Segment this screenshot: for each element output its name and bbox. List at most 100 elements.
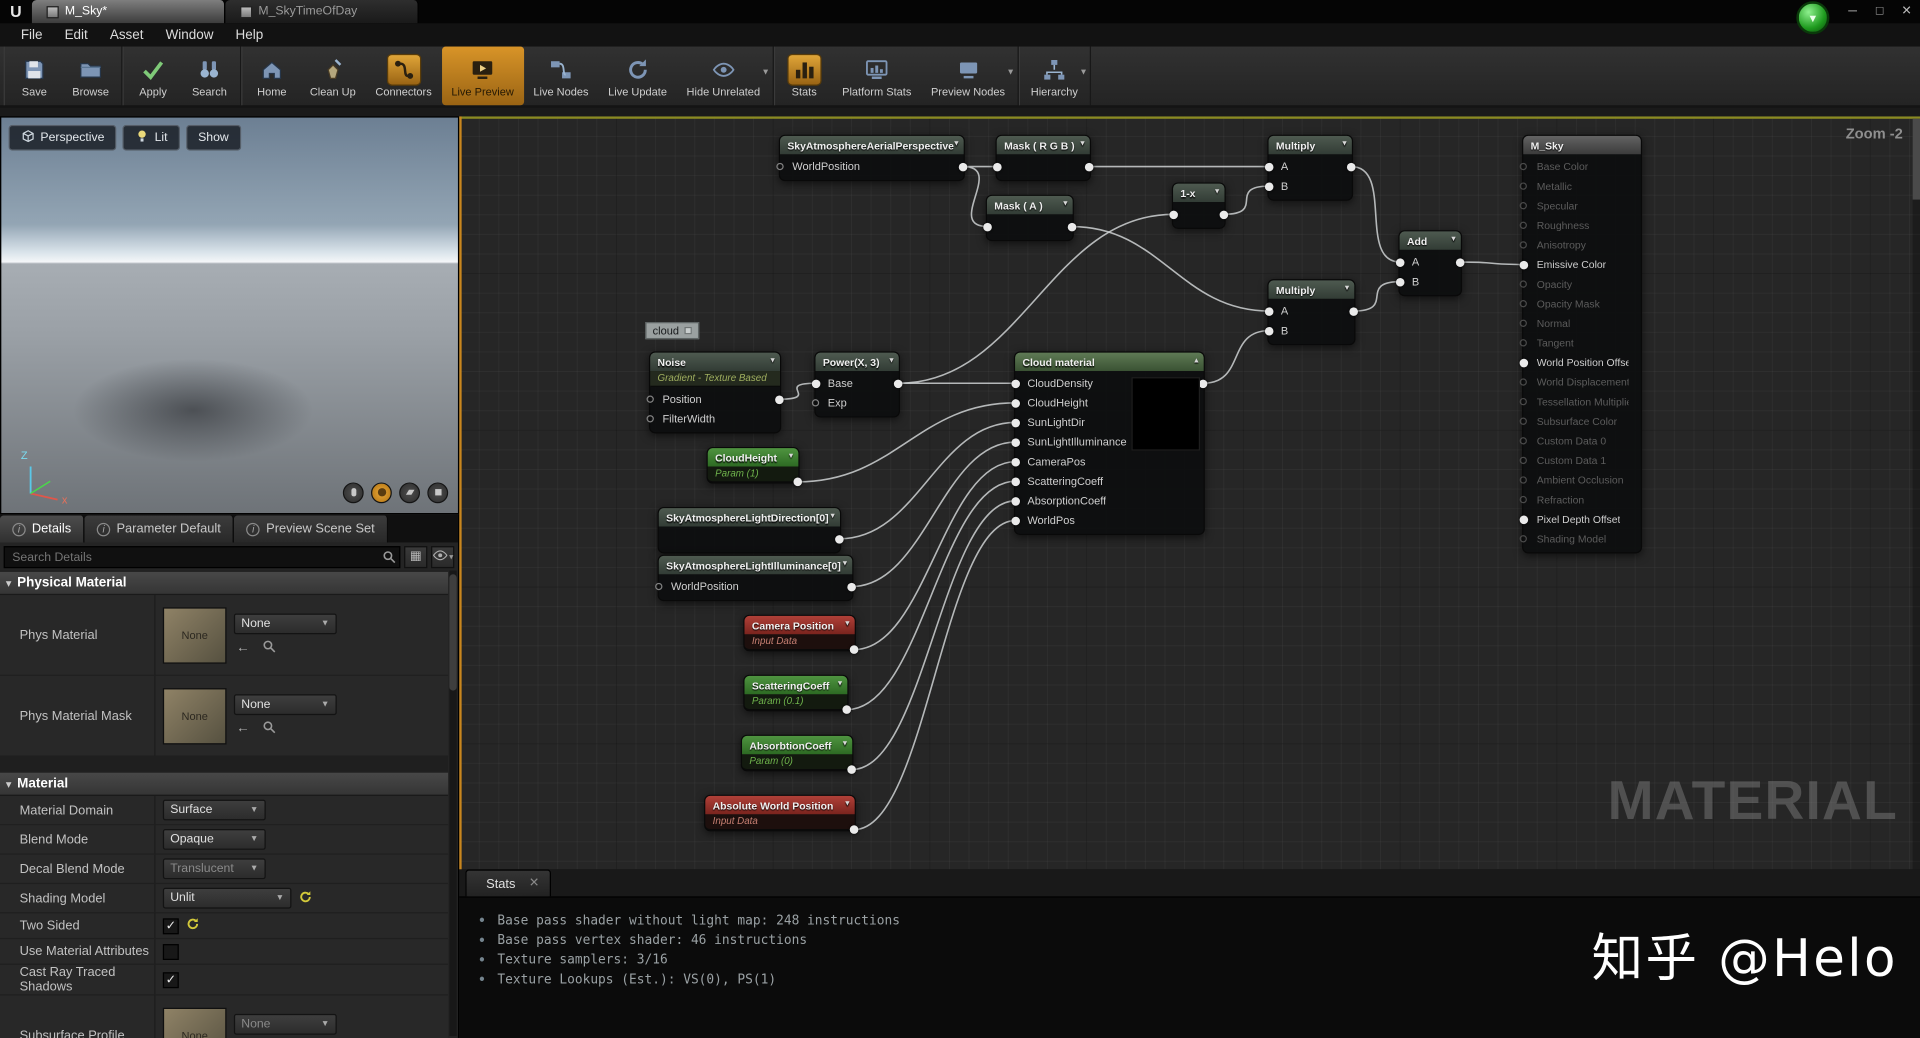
lit-viewport-button[interactable]: Lit <box>122 124 180 151</box>
cast-ray-traced-shadows-checkbox[interactable]: ✓ <box>162 971 179 988</box>
node-header[interactable]: Camera Position ▼ <box>744 615 855 635</box>
apply-button[interactable]: Apply <box>125 47 181 106</box>
chevron-down-icon[interactable]: ▼ <box>888 358 895 365</box>
input-pin[interactable] <box>1519 260 1529 269</box>
connectors-button[interactable]: Connectors <box>366 47 442 106</box>
node-awp[interactable]: Absolute World Position ▼ Input Data <box>704 794 859 834</box>
menu-edit[interactable]: Edit <box>54 28 99 43</box>
input-pin[interactable] <box>1519 300 1527 308</box>
live-update-button[interactable]: Live Update <box>598 47 676 106</box>
node-camerapos[interactable]: Camera Position ▼ Input Data <box>743 614 859 654</box>
output-pin[interactable] <box>849 825 859 834</box>
input-pin[interactable] <box>1011 437 1020 447</box>
node-header[interactable]: SkyAtmosphereAerialPerspective ▼ <box>780 135 964 155</box>
tab-details[interactable]: i Details <box>0 515 85 543</box>
node-header[interactable]: Mask ( A ) ▼ <box>986 195 1073 215</box>
output-pin[interactable] <box>793 477 803 487</box>
stats-tab[interactable]: Stats ✕ <box>465 869 552 897</box>
node-scattering[interactable]: ScatteringCoeff ▼ Param (0.1) <box>743 674 852 714</box>
input-pin[interactable] <box>1519 476 1527 484</box>
cube-preview-button[interactable] <box>427 482 449 504</box>
node-header[interactable]: Absolute World Position ▼ <box>705 795 855 815</box>
output-pin[interactable] <box>1198 378 1208 388</box>
input-pin[interactable] <box>1519 182 1527 190</box>
home-button[interactable]: Home <box>244 47 300 106</box>
input-pin[interactable] <box>646 415 654 423</box>
menu-file[interactable]: File <box>10 28 54 43</box>
input-pin[interactable] <box>811 378 821 388</box>
search-details-input[interactable] <box>3 546 401 569</box>
comment-tag[interactable]: cloud <box>645 322 699 340</box>
output-pin[interactable] <box>1219 210 1229 219</box>
live-preview-button[interactable]: Live Preview <box>441 46 524 106</box>
input-pin[interactable] <box>1519 280 1527 288</box>
asset-thumbnail[interactable]: None <box>162 687 227 744</box>
search-button[interactable]: Search <box>181 47 237 106</box>
browse-button[interactable]: Browse <box>62 47 118 106</box>
asset-dropdown[interactable]: None ▼ <box>233 1013 337 1035</box>
chevron-down-icon[interactable]: ▼ <box>844 801 851 808</box>
menu-help[interactable]: Help <box>225 28 275 43</box>
hierarchy-button[interactable]: Hierarchy ▼ <box>1021 47 1088 106</box>
input-pin[interactable] <box>1519 417 1527 425</box>
chevron-down-icon[interactable]: ▼ <box>1079 69 1087 78</box>
input-pin[interactable] <box>1519 378 1527 386</box>
node-header[interactable]: Noise ▼ <box>650 352 780 372</box>
chevron-down-icon[interactable]: ▼ <box>841 741 848 748</box>
minimize-button[interactable]: ─ <box>1839 0 1866 23</box>
output-pin[interactable] <box>775 394 784 404</box>
input-pin[interactable] <box>1264 181 1274 191</box>
node-header[interactable]: M_Sky <box>1523 135 1641 155</box>
column-view-button[interactable]: ▦ <box>404 545 428 568</box>
chevron-down-icon[interactable]: ▼ <box>1006 69 1014 78</box>
node-oneminus[interactable]: 1-x ▼ <box>1169 182 1229 229</box>
node-msky[interactable]: M_Sky Base Color Metallic Specular Roughness… <box>1519 134 1643 554</box>
preview-nodes-button[interactable]: Preview Nodes ▼ <box>921 47 1015 106</box>
use-material-attributes-checkbox[interactable] <box>162 943 179 960</box>
tab-parameter-default[interactable]: i Parameter Default <box>84 515 235 543</box>
node-cloudheight[interactable]: CloudHeight ▼ Param (1) <box>706 446 803 487</box>
input-pin[interactable] <box>1169 210 1178 219</box>
input-pin[interactable] <box>1519 202 1527 210</box>
hide-unrelated-button[interactable]: Hide Unrelated ▼ <box>677 47 770 106</box>
section-header-material[interactable]: ▾ Material <box>0 771 449 796</box>
material-graph-canvas[interactable]: SkyAtmosphereAerialPerspective ▼ WorldPosi… <box>459 116 1920 870</box>
node-header[interactable]: CloudHeight ▼ <box>707 448 799 467</box>
node-header[interactable]: 1-x ▼ <box>1173 183 1225 203</box>
input-pin[interactable] <box>1011 457 1020 466</box>
node-maska[interactable]: Mask ( A ) ▼ <box>983 194 1077 242</box>
menu-asset[interactable]: Asset <box>99 28 155 43</box>
output-pin[interactable] <box>847 582 856 591</box>
chevron-down-icon[interactable]: ▼ <box>841 561 848 568</box>
node-lightdir[interactable]: SkyAtmosphereLightDirection[0] ▼ <box>657 506 844 554</box>
input-pin[interactable] <box>1264 306 1274 316</box>
save-button[interactable]: Save <box>6 47 62 106</box>
node-lightillum[interactable]: SkyAtmosphereLightIlluminance[0] ▼ WorldPo… <box>655 554 856 602</box>
input-pin[interactable] <box>1519 339 1527 347</box>
perspective-viewport-button[interactable]: Perspective <box>8 124 117 151</box>
output-pin[interactable] <box>893 378 903 388</box>
node-header[interactable]: SkyAtmosphereLightIlluminance[0] ▼ <box>658 555 853 575</box>
asset-tab-m-sky[interactable]: M_Sky* <box>31 0 226 24</box>
chevron-down-icon[interactable]: ▼ <box>1343 285 1350 292</box>
node-header[interactable]: Mask ( R G B ) ▼ <box>996 135 1090 155</box>
chevron-down-icon[interactable]: ▼ <box>1450 236 1457 243</box>
reset-icon[interactable] <box>299 890 312 907</box>
chevron-down-icon[interactable]: ▼ <box>1341 141 1348 148</box>
input-pin[interactable] <box>1519 319 1527 327</box>
input-pin[interactable] <box>1264 162 1274 171</box>
live-nodes-button[interactable]: Live Nodes <box>524 47 599 106</box>
node-add[interactable]: Add ▼ A B <box>1395 230 1465 297</box>
output-pin[interactable] <box>958 162 968 171</box>
input-pin[interactable] <box>1519 162 1527 171</box>
node-noise[interactable]: Noise ▼ Gradient - Texture Based Position Fi… <box>646 351 784 434</box>
input-pin[interactable] <box>1519 535 1527 543</box>
node-cloudmat[interactable]: Cloud material ▲ CloudDensity CloudHeight Su… <box>1011 351 1208 536</box>
input-pin[interactable] <box>1011 496 1020 506</box>
input-pin[interactable] <box>1011 398 1020 408</box>
output-pin[interactable] <box>842 705 852 714</box>
output-pin[interactable] <box>1084 162 1094 171</box>
node-header[interactable]: Power(X, 3) ▼ <box>815 352 899 372</box>
chevron-down-icon[interactable]: ▼ <box>1079 141 1086 148</box>
input-pin[interactable] <box>1011 418 1020 427</box>
